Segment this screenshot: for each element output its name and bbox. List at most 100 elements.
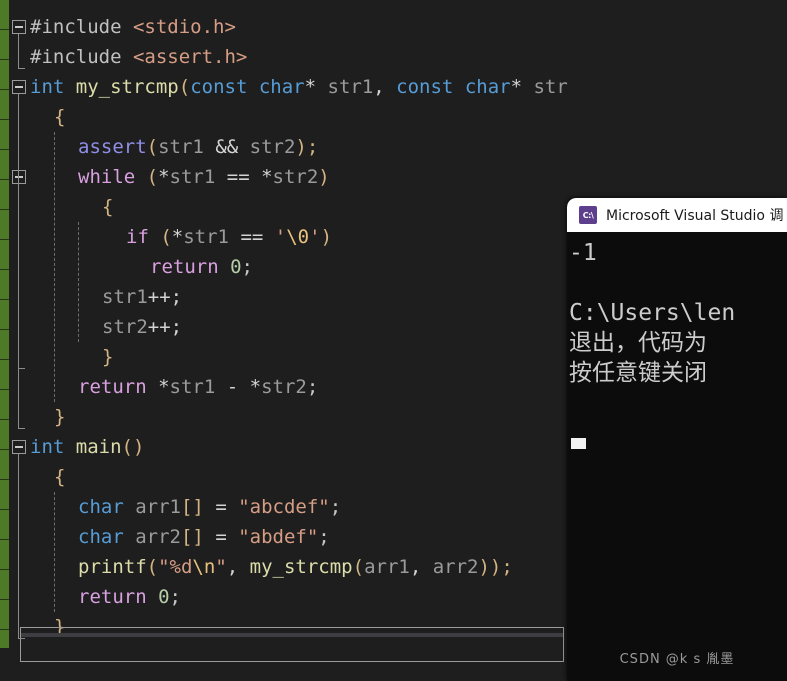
code-token: char [78,526,124,548]
code-token: , [226,556,250,578]
code-token: const [190,76,248,98]
code-token: str1 [102,286,148,308]
code-token: str1 [183,226,229,248]
code-token: ; [306,376,319,398]
code-token: if [126,226,149,248]
code-token: ' [274,226,287,248]
code-line-text: while (*str1 == *str2) [78,162,330,192]
outlining-region-end [18,368,25,369]
outlining-region-line [18,34,19,68]
code-token: int [30,436,65,458]
code-token: return [78,586,147,608]
code-line-text: int main() [30,432,144,462]
code-token: = [203,526,239,548]
code-token: - [215,376,250,398]
code-token: while [78,166,136,188]
indent-guide [78,222,79,342]
code-token: * [249,376,262,398]
code-token: ( [135,166,159,188]
code-token: ++; [147,316,183,338]
code-token: str2 [249,136,296,158]
code-line-text: } [54,402,65,432]
outlining-region-line [18,184,19,368]
code-token: == [229,226,275,248]
outlining-collapse-button[interactable] [12,20,26,34]
outlining-collapse-button[interactable] [12,170,26,184]
outlining-region-line [18,454,19,638]
code-line-text: assert(str1 && str2); [78,132,318,162]
code-token: arr2 [432,556,479,578]
console-output-line: 按任意键关闭 [569,360,707,386]
code-token: } [54,406,66,428]
code-editor[interactable]: #include <stdio.h> #include <assert.h> int… [0,0,569,681]
code-line-text: char arr1[] = "abcdef"; [78,492,341,522]
code-token: ( [352,556,365,578]
console-titlebar[interactable]: C:\ Microsoft Visual Studio 调 [567,198,787,232]
outlining-collapse-button[interactable] [12,80,26,94]
code-token: #include [30,46,133,68]
code-token: str1 [158,136,204,158]
console-output[interactable]: -1 C:\Users\len 退出，代码为 按任意键关闭 [567,232,787,681]
code-token: { [54,106,66,128]
code-line-text: { [102,192,113,222]
code-token: my_strcmp [75,76,179,98]
code-line-text: #include <assert.h> [30,42,247,72]
code-token: arr2 [135,526,181,548]
code-token: ( [148,226,172,248]
code-token: ; [241,256,253,278]
code-token: * [510,76,534,98]
code-token: 0 [158,586,170,608]
outlining-collapse-button[interactable] [12,440,26,454]
code-token: )); [478,556,513,578]
code-token: () [121,436,145,458]
console-output-line: -1 [569,240,597,266]
code-line-text: { [54,102,65,132]
code-token: ( [146,556,159,578]
outlining-region-end [18,428,25,429]
code-token: char [464,76,511,98]
code-token: * [158,166,170,188]
code-token: ; [169,586,181,608]
code-token: arr1 [364,556,410,578]
code-token: str1 [169,166,216,188]
code-line-text: } [102,342,113,372]
code-token: <stdio.h> [132,16,236,38]
code-token: "abdef" [238,526,319,548]
code-token: && [215,136,239,158]
code-token: "%d [158,556,193,578]
code-token: ( [146,136,159,158]
code-token: ; [329,496,342,518]
code-token: 0 [230,256,242,278]
code-token: \n [192,556,216,578]
code-line-text: return *str1 - *str2; [78,372,318,402]
console-icon-glyph: C:\ [582,210,594,220]
console-output-line: C:\Users\len [569,300,736,326]
code-token: str2 [261,376,307,398]
code-token: [] [180,496,204,518]
code-token: arr1 [135,496,181,518]
code-token: { [102,196,114,218]
code-token: str2 [533,76,569,98]
code-token: "abcdef" [238,496,330,518]
code-token: * [261,166,273,188]
code-token: " [215,556,227,578]
console-title: Microsoft Visual Studio 调 [606,208,784,224]
code-token: ; [318,526,330,548]
code-line-text: printf("%d\n", my_strcmp(arr1, arr2)); [78,552,513,582]
outlining-region-end [18,638,25,639]
code-surface[interactable]: #include <stdio.h> #include <assert.h> int… [0,0,569,681]
console-cursor [571,438,586,449]
code-token: str1 [169,376,216,398]
code-token: * [304,76,328,98]
code-token: * [171,226,184,248]
debug-console-window[interactable]: C:\ Microsoft Visual Studio 调 -1 C:\User… [567,198,787,681]
code-token: , [373,76,397,98]
code-token: printf [78,556,147,578]
code-line-text: str1++; [102,282,182,312]
code-token: ); [295,136,319,158]
